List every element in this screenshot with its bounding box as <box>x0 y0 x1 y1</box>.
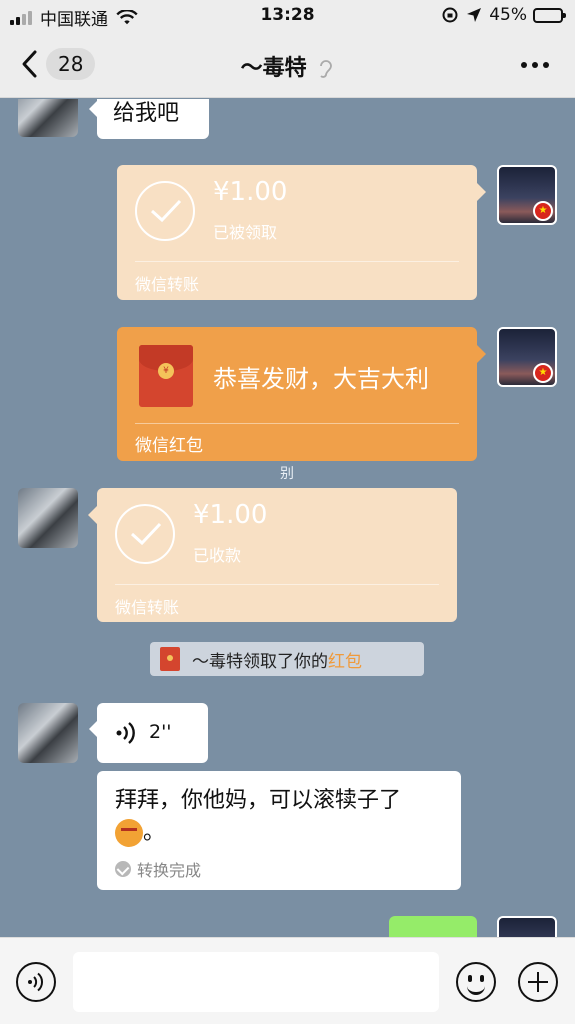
voice-duration: 2'' <box>149 721 172 743</box>
text-message[interactable]: 给我吧 <box>89 99 209 139</box>
transfer-label: 微信转账 <box>115 598 180 617</box>
contact-avatar[interactable] <box>18 99 78 137</box>
transfer-amount: ¥1.00 <box>193 500 268 530</box>
transfer-message-sent[interactable]: ¥1.00 已被领取 微信转账 <box>117 165 486 300</box>
my-avatar[interactable]: ★ <box>497 165 557 225</box>
check-icon <box>115 861 131 877</box>
voice-input-button[interactable] <box>16 962 56 1002</box>
transcribed-text: 拜拜，你他妈，可以滚犊子了 。 <box>115 788 402 847</box>
voice-wave-icon <box>116 722 135 744</box>
flag-badge-icon: ★ <box>533 201 553 221</box>
transfer-message-received[interactable]: ¥1.00 已收款 微信转账 <box>88 488 457 622</box>
my-text-message[interactable] <box>389 916 477 937</box>
location-arrow-icon <box>467 8 482 22</box>
angry-face-icon <box>115 819 143 847</box>
earpiece-mode-icon <box>320 60 333 78</box>
contact-avatar[interactable] <box>18 488 78 548</box>
flag-badge-icon: ★ <box>533 363 553 383</box>
input-bar <box>0 937 575 1024</box>
red-packet-label: 微信红包 <box>135 436 203 456</box>
nav-bar: 28 ～毒特 <box>0 34 575 98</box>
divider <box>135 423 459 424</box>
more-actions-button[interactable] <box>518 962 558 1002</box>
emoji-button[interactable] <box>456 962 496 1002</box>
red-packet-link[interactable]: 红包 <box>328 647 362 672</box>
partially-hidden-text: 别 <box>280 466 294 482</box>
speech-to-text-result[interactable]: 拜拜，你他妈，可以滚犊子了 。 转换完成 <box>97 771 461 890</box>
message-input[interactable] <box>73 952 439 1012</box>
divider <box>115 584 439 585</box>
red-packet-message[interactable]: ¥ 恭喜发财，大吉大利 微信红包 <box>117 327 486 461</box>
voice-wave-icon <box>28 972 44 992</box>
chat-title-text: ～毒特 <box>240 56 307 81</box>
divider <box>135 261 459 262</box>
transfer-status: 已收款 <box>193 546 242 565</box>
system-notice-text: ～毒特领取了你的 <box>192 651 328 672</box>
red-envelope-icon <box>160 647 180 671</box>
message-text: 给我吧 <box>113 101 180 126</box>
voice-message[interactable]: 2'' <box>89 703 208 763</box>
transfer-status: 已被领取 <box>213 223 278 242</box>
check-circle-icon <box>115 504 175 564</box>
orientation-lock-icon <box>442 7 458 23</box>
my-avatar[interactable] <box>497 916 557 937</box>
more-options-button[interactable] <box>516 62 549 68</box>
my-avatar[interactable]: ★ <box>497 327 557 387</box>
red-packet-greeting: 恭喜发财，大吉大利 <box>213 365 429 393</box>
system-notice: ～毒特领取了你的 红包 <box>150 642 424 676</box>
battery-percent: 45% <box>489 5 527 25</box>
status-bar: 中国联通 13:28 45% <box>0 0 575 34</box>
red-envelope-icon: ¥ <box>139 345 193 407</box>
chat-title: ～毒特 <box>0 50 575 82</box>
check-circle-icon <box>135 181 195 241</box>
conversion-status: 转换完成 <box>115 857 201 881</box>
chat-area[interactable]: 给我吧 ★ ¥1.00 已被领取 微信转账 ★ ¥ 恭喜发财，大吉大利 微信红包… <box>0 99 575 937</box>
transfer-label: 微信转账 <box>135 275 200 294</box>
transfer-amount: ¥1.00 <box>213 177 288 207</box>
contact-avatar[interactable] <box>18 703 78 763</box>
battery-icon <box>533 7 566 23</box>
